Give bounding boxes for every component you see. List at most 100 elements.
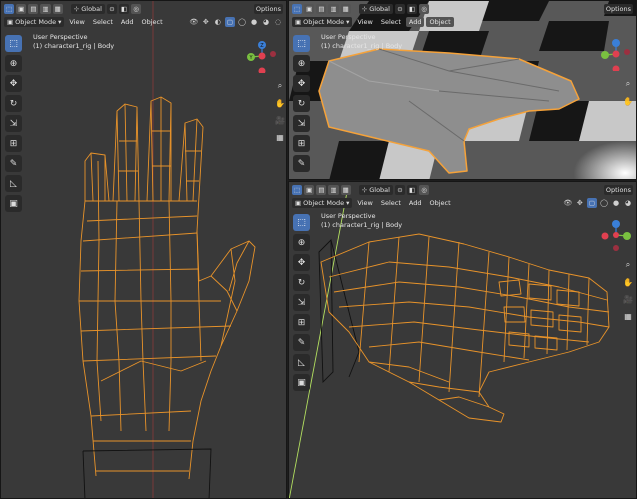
gizmo-icon[interactable]: ✥ (575, 198, 585, 208)
transform-orientation-select[interactable]: ⊹ Global (358, 3, 393, 14)
menu-view[interactable]: View (66, 17, 87, 27)
gizmo-icon[interactable]: ✥ (201, 17, 211, 27)
select-mode-invert-icon[interactable]: ▦ (340, 184, 351, 195)
menu-add[interactable]: Add (405, 16, 425, 27)
menu-object[interactable]: Object (426, 198, 453, 208)
scale-icon[interactable]: ⇲ (5, 115, 22, 132)
select-mode-subtract-icon[interactable]: ▥ (328, 3, 339, 14)
cursor-icon[interactable]: ⊕ (293, 234, 310, 251)
select-mode-extend-icon[interactable]: ▤ (316, 3, 327, 14)
proportional-edit-icon[interactable]: ◎ (419, 3, 430, 14)
pivot-point-icon[interactable]: ⊙ (106, 3, 117, 14)
menu-select[interactable]: Select (378, 17, 404, 27)
snap-icon[interactable]: ◧ (406, 184, 418, 195)
shading-solid-icon[interactable]: ● (611, 198, 621, 208)
select-mode-new-icon[interactable]: ▣ (304, 3, 315, 14)
select-tool-icon[interactable]: ⬚ (292, 3, 303, 14)
pivot-point-icon[interactable]: ⊙ (394, 184, 405, 195)
rotate-icon[interactable]: ↻ (293, 95, 310, 112)
zoom-icon[interactable]: ⌕ (621, 77, 635, 91)
select-tool-icon[interactable]: ⬚ (292, 184, 303, 195)
pan-hand-icon[interactable]: ✋ (621, 94, 635, 108)
xray-icon[interactable]: ▢ (586, 197, 597, 208)
options-dropdown[interactable]: Options (603, 184, 633, 195)
mode-select[interactable]: ▣ Object Mode ▾ (292, 16, 353, 27)
rotate-icon[interactable]: ↻ (293, 274, 310, 291)
transform-icon[interactable]: ⊞ (293, 314, 310, 331)
annotate-icon[interactable]: ✎ (293, 155, 310, 172)
menu-add[interactable]: Add (406, 198, 425, 208)
cursor-icon[interactable]: ⊕ (293, 55, 310, 72)
measure-icon[interactable]: ◺ (293, 354, 310, 371)
annotate-icon[interactable]: ✎ (5, 155, 22, 172)
add-cube-icon[interactable]: ▣ (293, 374, 310, 391)
snap-icon[interactable]: ◧ (406, 3, 418, 14)
navigation-gizmo[interactable] (599, 218, 633, 252)
select-box-icon[interactable]: ⬚ (293, 35, 310, 52)
navigation-gizmo[interactable] (599, 37, 633, 71)
select-box-icon[interactable]: ⬚ (5, 35, 22, 52)
viewport-left[interactable]: ⬚ ▣ ▤ ▥ ▦ ⊹ Global ⊙ ◧ ◎ Options ▣ Objec… (0, 0, 287, 499)
shading-material-icon[interactable]: ◕ (261, 17, 271, 27)
cursor-icon[interactable]: ⊕ (5, 55, 22, 72)
transform-orientation-select[interactable]: ⊹ Global (358, 184, 393, 195)
move-icon[interactable]: ✥ (293, 75, 310, 92)
zoom-icon[interactable]: ⌕ (621, 258, 635, 272)
shading-wire-icon[interactable]: ◯ (599, 198, 609, 208)
select-mode-subtract-icon[interactable]: ▥ (40, 3, 51, 14)
camera-icon[interactable]: 🎥 (621, 292, 635, 306)
annotate-icon[interactable]: ✎ (293, 334, 310, 351)
transform-icon[interactable]: ⊞ (5, 135, 22, 152)
menu-add[interactable]: Add (118, 17, 137, 27)
grid-icon[interactable]: ▦ (273, 130, 286, 144)
proportional-edit-icon[interactable]: ◎ (131, 3, 142, 14)
select-tool-icon[interactable]: ⬚ (4, 3, 15, 14)
options-dropdown[interactable]: Options (253, 3, 283, 14)
pan-hand-icon[interactable]: ✋ (621, 275, 635, 289)
snap-icon[interactable]: ◧ (118, 3, 130, 14)
menu-view[interactable]: View (354, 198, 375, 208)
transform-orientation-select[interactable]: ⊹ Global (70, 3, 105, 14)
navigation-gizmo[interactable]: Z Y (245, 39, 279, 73)
select-mode-new-icon[interactable]: ▣ (304, 184, 315, 195)
mode-select[interactable]: ▣ Object Mode ▾ (4, 16, 65, 27)
mode-select[interactable]: ▣ Object Mode ▾ (292, 197, 353, 208)
select-mode-extend-icon[interactable]: ▤ (316, 184, 327, 195)
add-cube-icon[interactable]: ▣ (5, 195, 22, 212)
menu-select[interactable]: Select (378, 198, 404, 208)
select-box-icon[interactable]: ⬚ (293, 214, 310, 231)
proportional-edit-icon[interactable]: ◎ (419, 184, 430, 195)
shading-rendered-icon[interactable]: ◌ (273, 17, 283, 27)
select-mode-new-icon[interactable]: ▣ (16, 3, 27, 14)
move-icon[interactable]: ✥ (293, 254, 310, 271)
measure-icon[interactable]: ◺ (5, 175, 22, 192)
scale-icon[interactable]: ⇲ (293, 115, 310, 132)
rotate-icon[interactable]: ↻ (5, 95, 22, 112)
shading-wire-icon[interactable]: ◯ (237, 17, 247, 27)
menu-view[interactable]: View (354, 17, 375, 27)
camera-icon[interactable]: 🎥 (273, 113, 286, 127)
grid-icon[interactable]: ▦ (621, 309, 635, 323)
xray-icon[interactable]: ▢ (224, 16, 235, 27)
move-icon[interactable]: ✥ (5, 75, 22, 92)
select-mode-invert-icon[interactable]: ▦ (340, 3, 351, 14)
viewport-bottom-right[interactable]: ⬚ ▣ ▤ ▥ ▦ ⊹ Global ⊙ ◧ ◎ Options ▣ Objec… (288, 181, 637, 499)
options-dropdown[interactable]: Options (603, 3, 633, 14)
zoom-icon[interactable]: ⌕ (273, 79, 286, 93)
menu-object[interactable]: Object (426, 16, 454, 27)
overlay-icon[interactable]: ◐ (213, 17, 223, 27)
select-mode-invert-icon[interactable]: ▦ (52, 3, 63, 14)
select-mode-subtract-icon[interactable]: ▥ (328, 184, 339, 195)
scale-icon[interactable]: ⇲ (293, 294, 310, 311)
select-mode-extend-icon[interactable]: ▤ (28, 3, 39, 14)
visibility-icon[interactable]: 👁 (563, 198, 573, 208)
viewport-top-right[interactable]: ⬚ ▣ ▤ ▥ ▦ ⊹ Global ⊙ ◧ ◎ Options ▣ Objec… (288, 0, 637, 180)
pan-hand-icon[interactable]: ✋ (273, 96, 286, 110)
menu-select[interactable]: Select (90, 17, 116, 27)
shading-material-icon[interactable]: ◕ (623, 198, 633, 208)
transform-icon[interactable]: ⊞ (293, 135, 310, 152)
visibility-icon[interactable]: 👁 (189, 17, 199, 27)
pivot-point-icon[interactable]: ⊙ (394, 3, 405, 14)
menu-object[interactable]: Object (138, 17, 165, 27)
shading-solid-icon[interactable]: ● (249, 17, 259, 27)
